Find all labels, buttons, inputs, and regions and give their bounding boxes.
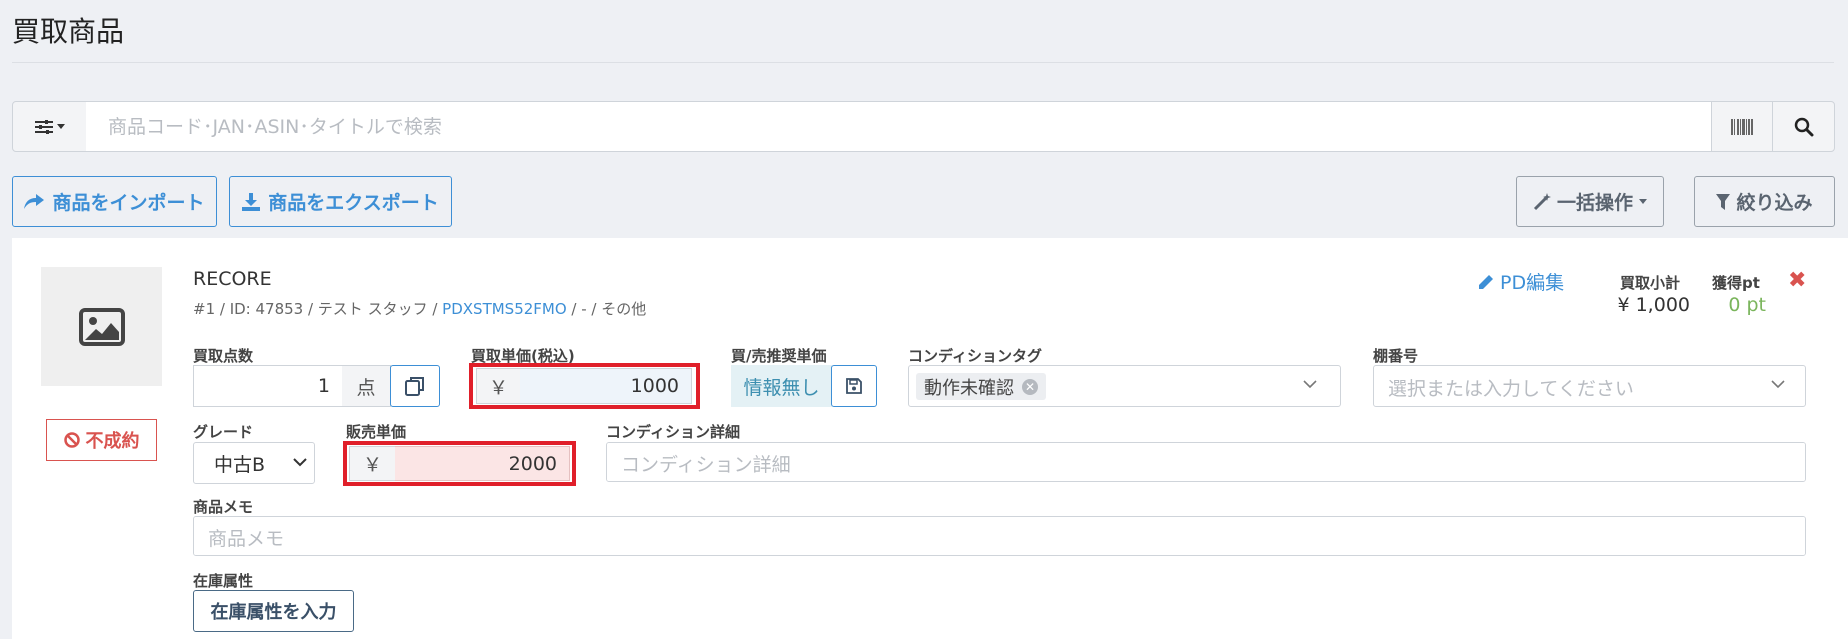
page-title: 買取商品 bbox=[12, 15, 125, 48]
image-icon bbox=[78, 307, 125, 346]
magic-wand-icon bbox=[1533, 192, 1551, 210]
memo-label: 商品メモ bbox=[193, 498, 254, 516]
subtotal-label: 買取小計 bbox=[1619, 274, 1680, 292]
quantity-input[interactable]: 1 bbox=[193, 365, 343, 407]
delete-icon[interactable]: ✖ bbox=[1788, 268, 1806, 293]
product-meta: #1 / ID: 47853 / テスト スタッフ / PDXSTMS52FMO… bbox=[193, 298, 646, 319]
recommended-price-value: 情報無し bbox=[731, 365, 832, 407]
export-button[interactable]: 商品をエクスポート bbox=[229, 176, 452, 227]
barcode-button[interactable] bbox=[1711, 101, 1773, 152]
quantity-unit: 点 bbox=[342, 365, 391, 407]
shelf-number-select[interactable]: 選択または入力してください bbox=[1373, 365, 1806, 407]
condition-detail-textarea[interactable] bbox=[606, 442, 1806, 482]
import-label: 商品をインポート bbox=[52, 192, 205, 214]
chevron-down-icon bbox=[1303, 380, 1317, 389]
download-icon bbox=[242, 192, 261, 211]
search-button[interactable] bbox=[1772, 101, 1835, 152]
condition-detail-label: コンディション詳細 bbox=[606, 423, 740, 441]
pd-edit-link[interactable]: PD編集 bbox=[1478, 268, 1564, 295]
search-input[interactable] bbox=[86, 101, 1712, 152]
points-value: 0 pt bbox=[1728, 294, 1766, 316]
share-arrow-icon bbox=[24, 193, 45, 209]
condition-tag-chip: 動作未確認 ✕ bbox=[916, 373, 1046, 400]
filter-label: 絞り込み bbox=[1736, 192, 1813, 214]
search-icon bbox=[1794, 117, 1813, 136]
chevron-down-icon bbox=[1771, 380, 1785, 389]
points-label: 獲得pt bbox=[1712, 274, 1760, 292]
funnel-icon bbox=[1716, 193, 1731, 210]
copy-icon bbox=[405, 377, 424, 396]
save-price-button[interactable] bbox=[831, 365, 877, 407]
title-divider bbox=[12, 62, 1834, 63]
status-badge: 不成約 bbox=[46, 419, 157, 461]
status-label: 不成約 bbox=[85, 431, 140, 452]
product-image-placeholder bbox=[41, 267, 162, 386]
sliders-icon bbox=[34, 119, 53, 134]
subtotal-value: ¥ 1,000 bbox=[1617, 294, 1690, 316]
condition-tag-label: コンディションタグ bbox=[908, 347, 1042, 365]
copy-button[interactable] bbox=[390, 365, 440, 407]
export-label: 商品をエクスポート bbox=[268, 192, 439, 214]
shelf-number-label: 棚番号 bbox=[1373, 347, 1419, 365]
quantity-label: 買取点数 bbox=[193, 347, 254, 365]
sale-price-label: 販売単価 bbox=[346, 423, 407, 441]
import-button[interactable]: 商品をインポート bbox=[12, 176, 217, 227]
buy-price-highlight bbox=[469, 363, 700, 409]
memo-textarea[interactable] bbox=[193, 516, 1806, 556]
chevron-down-icon bbox=[293, 458, 307, 467]
stock-attribute-button[interactable]: 在庫属性を入力 bbox=[193, 590, 354, 632]
recommended-price-label: 買/売推奨単価 bbox=[731, 347, 827, 365]
ban-icon bbox=[63, 432, 80, 448]
search-filter-toggle[interactable] bbox=[12, 101, 87, 152]
product-meta-prefix: #1 / ID: 47853 / テスト スタッフ / bbox=[193, 300, 443, 318]
barcode-icon bbox=[1731, 118, 1753, 135]
caret-down-icon bbox=[1639, 199, 1647, 204]
condition-tag-chip-label: 動作未確認 bbox=[924, 377, 1014, 399]
chip-remove-icon[interactable]: ✕ bbox=[1022, 378, 1038, 395]
product-name: RECORE bbox=[193, 268, 272, 290]
stock-attribute-label: 在庫属性 bbox=[193, 572, 254, 590]
grade-label: グレード bbox=[193, 423, 254, 441]
sale-price-highlight bbox=[343, 441, 576, 486]
floppy-disk-icon bbox=[846, 378, 862, 394]
caret-down-icon bbox=[56, 124, 65, 129]
bulk-action-label: 一括操作 bbox=[1556, 192, 1633, 214]
pencil-icon bbox=[1479, 274, 1493, 289]
bulk-action-button[interactable]: 一括操作 bbox=[1516, 176, 1664, 227]
filter-button[interactable]: 絞り込み bbox=[1694, 176, 1835, 227]
pd-edit-label: PD編集 bbox=[1500, 272, 1565, 294]
product-code-link[interactable]: PDXSTMS52FMO bbox=[442, 300, 566, 318]
product-meta-suffix: / - / その他 bbox=[566, 300, 647, 318]
